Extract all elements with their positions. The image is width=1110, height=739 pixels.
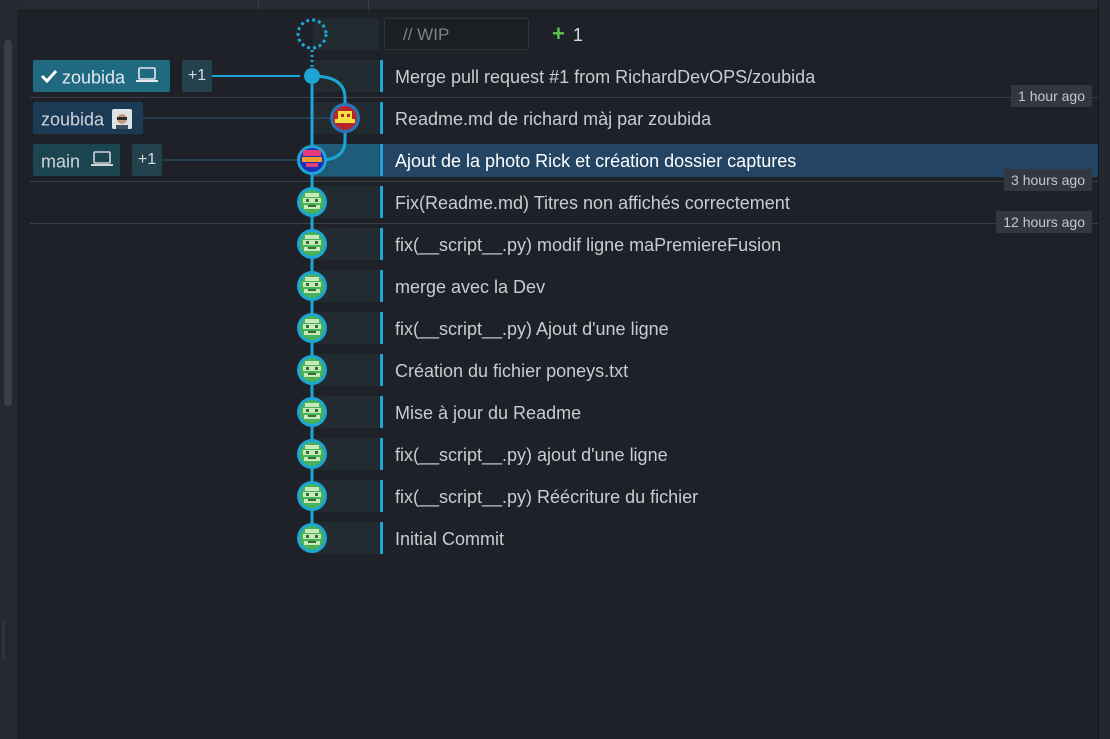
branch-name: zoubida bbox=[41, 109, 105, 130]
commit-avatar-node[interactable] bbox=[297, 439, 327, 469]
commit-avatar-node[interactable] bbox=[297, 523, 327, 553]
user-avatar bbox=[112, 109, 133, 130]
commit-avatar-node[interactable] bbox=[297, 271, 327, 301]
commit-avatar-node[interactable] bbox=[297, 313, 327, 343]
time-marker: 12 hours ago bbox=[996, 211, 1092, 233]
time-marker: 3 hours ago bbox=[1004, 169, 1092, 191]
branch-label-zoubida-remote[interactable]: zoubida bbox=[33, 102, 143, 134]
laptop-icon bbox=[136, 61, 159, 93]
avatar-nodes bbox=[297, 187, 327, 553]
commit-avatar-node[interactable] bbox=[297, 229, 327, 259]
check-icon bbox=[40, 61, 58, 93]
commit-avatar-node[interactable] bbox=[297, 397, 327, 427]
branch-extra-count[interactable]: +1 bbox=[132, 144, 162, 176]
branch-label-zoubida-checked-out[interactable]: zoubida bbox=[33, 60, 170, 92]
commit-avatar-node[interactable] bbox=[297, 355, 327, 385]
branch-name: zoubida bbox=[62, 67, 126, 88]
laptop-icon bbox=[91, 145, 114, 177]
commit-graph: // WIP +1 Merge pull request #1 from Ric… bbox=[0, 0, 1110, 739]
branch-extra-count[interactable]: +1 bbox=[182, 60, 212, 92]
commit-avatar-node[interactable] bbox=[297, 481, 327, 511]
commit-avatar-node[interactable] bbox=[297, 187, 327, 217]
branch-label-main[interactable]: main bbox=[33, 144, 120, 176]
branch-name: main bbox=[41, 151, 81, 172]
time-marker: 1 hour ago bbox=[1011, 85, 1092, 107]
